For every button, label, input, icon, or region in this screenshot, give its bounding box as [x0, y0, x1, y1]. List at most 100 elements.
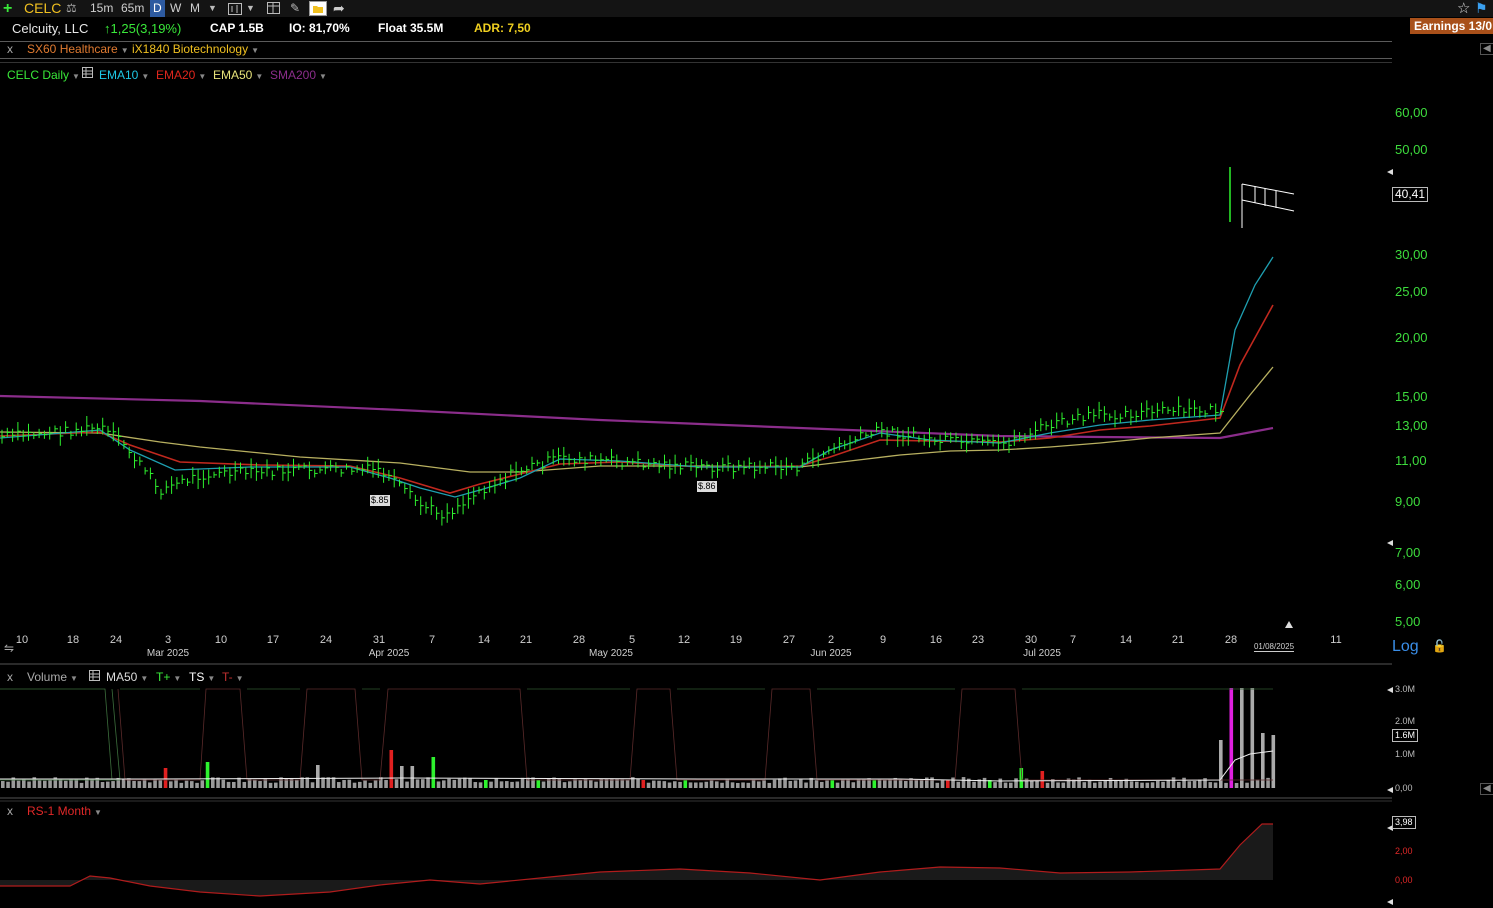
day-label: 5 — [628, 634, 636, 646]
volume-bar — [505, 781, 509, 788]
month-label: Apr 2025 — [368, 648, 410, 659]
volume-bar — [688, 782, 693, 788]
day-label: 7 — [1069, 634, 1077, 646]
volume-ma50[interactable]: MA50 ▼ — [106, 670, 148, 684]
volume-bar — [799, 779, 803, 788]
bull-flag-pattern — [1229, 167, 1295, 228]
volume-bar — [489, 781, 493, 788]
volume-bar — [394, 779, 399, 788]
volume-bar — [646, 782, 651, 788]
volume-bar — [751, 779, 756, 788]
volume-bar — [1156, 781, 1160, 788]
log-scale-toggle[interactable]: Log — [1392, 638, 1419, 656]
volume-bar — [1240, 688, 1244, 788]
volume-bar — [132, 780, 136, 788]
price-label: 6,00 — [1395, 577, 1421, 592]
volume-bar — [1040, 771, 1045, 788]
volume-bar — [379, 777, 383, 788]
day-label: 30 — [1024, 634, 1038, 646]
volume-bar — [835, 782, 840, 788]
volume-bar — [358, 781, 362, 788]
rs-title[interactable]: RS-1 Month ▼ — [27, 804, 102, 818]
volume-bar — [1219, 740, 1223, 788]
volume-bar — [1098, 781, 1102, 788]
volume-bar — [536, 780, 541, 788]
close-volume-button[interactable]: x — [7, 670, 13, 684]
volume-bar — [1114, 780, 1118, 788]
price-label: 15,00 — [1395, 389, 1428, 404]
volume-bar — [421, 779, 425, 788]
sma200-line — [0, 394, 1274, 440]
volume-bar — [468, 778, 472, 788]
volume-bar — [174, 779, 178, 788]
volume-bar — [1177, 782, 1181, 788]
ema10-line — [0, 256, 1274, 498]
dividend-annotation[interactable]: $.86 — [697, 481, 717, 492]
volume-bar — [820, 781, 824, 788]
volume-bar — [940, 779, 945, 788]
volume-bar — [1103, 780, 1108, 788]
day-label: 14 — [1119, 634, 1133, 646]
volume-bar — [1035, 780, 1039, 788]
volume-bar — [316, 765, 320, 788]
day-label: 11 — [1330, 634, 1342, 646]
price-chart[interactable] — [0, 0, 1493, 908]
volume-bar — [730, 782, 735, 788]
volume-bar — [904, 781, 908, 788]
day-label: 28 — [572, 634, 586, 646]
volume-bar — [998, 778, 1003, 788]
ts-indicator-lines — [0, 688, 1273, 781]
scroll-arrows-icon[interactable]: ⇋ — [4, 641, 14, 655]
volume-bar — [652, 780, 656, 788]
volume-bar — [1030, 780, 1034, 788]
volume-bar — [342, 780, 346, 788]
volume-bars — [1, 688, 1276, 788]
volume-bar — [137, 781, 142, 788]
volume-bar — [762, 780, 766, 788]
volume-bar — [641, 780, 646, 788]
price-label: 5,00 — [1395, 614, 1421, 629]
volume-bar — [993, 782, 997, 788]
volume-bar — [195, 782, 199, 788]
volume-bar — [715, 781, 719, 788]
volume-bar — [825, 780, 829, 788]
price-label: 25,00 — [1395, 284, 1428, 299]
volume-bar — [169, 781, 173, 788]
volume-bar — [484, 780, 488, 788]
volume-bar — [573, 779, 577, 788]
volume-title[interactable]: Volume ▼ — [27, 670, 78, 684]
volume-bar — [452, 779, 457, 788]
price-label: 20,00 — [1395, 330, 1428, 345]
dividend-annotation[interactable]: $.85 — [370, 495, 390, 506]
volume-bar — [946, 780, 950, 788]
volume-bar — [205, 762, 210, 788]
close-rs-button[interactable]: x — [7, 804, 13, 818]
volume-bar — [163, 768, 168, 788]
volume-bar — [736, 782, 740, 788]
volume-bar — [678, 781, 682, 788]
month-label: Mar 2025 — [146, 648, 190, 659]
t-minus-flag[interactable]: T- ▼ — [222, 670, 244, 684]
volume-bar — [788, 780, 793, 788]
collapse-right-icon[interactable]: ◀ — [1480, 783, 1493, 795]
t-plus-flag[interactable]: T+ ▼ — [156, 670, 181, 684]
volume-bar — [1182, 777, 1186, 788]
volume-bar — [337, 782, 341, 788]
lock-icon[interactable]: 🔓 — [1432, 639, 1447, 653]
ts-flag[interactable]: TS ▼ — [189, 670, 215, 684]
volume-bar — [373, 780, 378, 788]
volume-bar — [321, 777, 325, 788]
price-label: 7,00 — [1395, 545, 1421, 560]
month-label: May 2025 — [589, 648, 633, 659]
volume-bar — [1061, 782, 1066, 788]
volume-bar — [43, 780, 47, 788]
volume-bar — [237, 777, 241, 788]
volume-bar — [310, 782, 315, 788]
current-rs-label: 3,98 — [1392, 816, 1416, 829]
volume-bar — [1255, 779, 1260, 788]
cursor-marker-icon — [1285, 621, 1293, 628]
volume-bar — [961, 777, 966, 788]
volume-grid-icon[interactable] — [89, 670, 101, 685]
volume-bar — [804, 782, 808, 788]
volume-bar — [767, 782, 772, 788]
